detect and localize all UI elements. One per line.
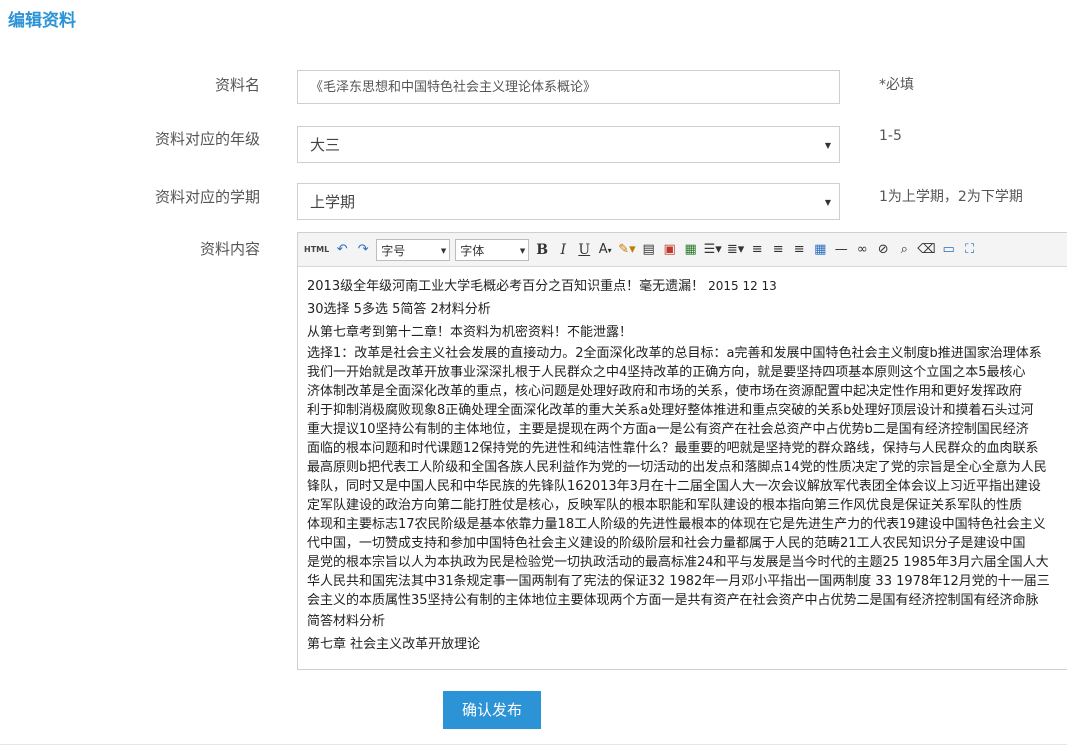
paragraph-line: 定军队建设的政治方向第二能打胜仗是核心，反映军队的根本职能和军队建设的根本指向第… bbox=[307, 498, 1023, 513]
insert-image-icon[interactable]: ▦ bbox=[683, 240, 699, 260]
table-icon[interactable]: ▦ bbox=[812, 240, 828, 260]
name-hint: *必填 bbox=[879, 77, 914, 93]
content-label: 资料内容 bbox=[199, 240, 260, 258]
header-line: 2013级全年级河南工业大学毛概必考百分之百知识重点！毫无遗漏！ 2015 12 … bbox=[307, 275, 1062, 298]
font-size-select-label: 字号 bbox=[381, 243, 406, 258]
term-hint: 1为上学期，2为下学期 bbox=[879, 189, 1023, 205]
italic-button[interactable]: I bbox=[555, 240, 571, 260]
header-line-text: 2013级全年级河南工业大学毛概必考百分之百知识重点！毫无遗漏！ bbox=[307, 279, 705, 294]
font-color-label: A bbox=[598, 241, 608, 257]
paragraph-line: 是党的根本宗旨以人为本执政为民是检验党一切执政活动的最高标准24和平与发展是当今… bbox=[307, 555, 1049, 570]
font-color-icon: ▾ bbox=[607, 245, 612, 255]
paragraph-line: 会主义的本质属性35坚持公有制的主体地位主要体现两个方面一是共有资产在社会资产中… bbox=[307, 593, 1039, 608]
header-line-date: 2015 12 13 bbox=[708, 279, 777, 293]
paragraph-line: 最高原则b把代表工人阶级和全国各族人民利益作为党的一切活动的出发点和落脚点14党… bbox=[307, 460, 1047, 475]
rich-text-editor[interactable]: HTML ↶ ↷ 字号 ▼ 字体 ▼ B I U A▾ ✎▾ ▤ ▣ ▦ ☰▾ … bbox=[297, 232, 1067, 670]
unordered-list-icon[interactable]: ☰▾ bbox=[704, 240, 722, 260]
align-center-icon[interactable]: ≡ bbox=[770, 240, 786, 260]
name-input[interactable]: 《毛泽东思想和中国特色社会主义理论体系概论》 bbox=[297, 70, 840, 104]
content-paragraph: 选择1：改革是社会主义社会发展的直接动力。2全面深化改革的总目标：a完善和发展中… bbox=[307, 344, 1062, 610]
grade-hint: 1-5 bbox=[879, 128, 902, 144]
paragraph-line: 重大提议10坚持公有制的主体地位，主要是提现在两个方面a一是公有资产在社会总资产… bbox=[307, 422, 1029, 437]
undo-icon[interactable]: ↶ bbox=[334, 240, 350, 260]
paragraph-line: 体现和主要标志17农民阶级是基本依靠力量18工人阶级的先进性最根本的体现在它是先… bbox=[307, 517, 1046, 532]
paragraph-line: 选择1：改革是社会主义社会发展的直接动力。2全面深化改革的总目标：a完善和发展中… bbox=[307, 346, 1042, 361]
find-icon[interactable]: ⌕ bbox=[896, 240, 912, 260]
chevron-down-icon: ▼ bbox=[440, 246, 447, 255]
font-family-select[interactable]: 字体 ▼ bbox=[455, 238, 530, 261]
font-size-select[interactable]: 字号 ▼ bbox=[376, 238, 451, 261]
line-2: 30选择 5多选 5简答 2材料分析 bbox=[307, 302, 491, 317]
fullscreen-icon[interactable]: ⛶ bbox=[962, 240, 978, 260]
underline-button[interactable]: U bbox=[576, 240, 592, 260]
font-color-button[interactable]: A▾ bbox=[597, 240, 613, 260]
paragraph-line: 锋队，同时又是中国人民和中华民族的先锋队162013年3月在十二届全国人大一次会… bbox=[307, 479, 1041, 494]
template-icon[interactable]: ▭ bbox=[941, 240, 957, 260]
grade-select[interactable]: 大三 ▼ bbox=[297, 126, 840, 163]
highlight-icon[interactable]: ✎▾ bbox=[618, 240, 635, 260]
line-after: 简答材料分析 bbox=[307, 614, 386, 629]
term-select-value: 上学期 bbox=[310, 193, 356, 211]
name-label: 资料名 bbox=[214, 76, 260, 94]
eraser-icon[interactable]: ⌫ bbox=[917, 240, 935, 260]
image-icon[interactable]: ▣ bbox=[662, 240, 678, 260]
paragraph-line: 我们一开始就是改革开放事业深深扎根于人民群众之中4坚持改革的正确方向，就是要坚持… bbox=[307, 365, 1026, 380]
link-icon[interactable]: ∞ bbox=[854, 240, 870, 260]
paragraph-line: 济体制改革是全面深化改革的重点，核心问题是处理好政府和市场的关系，使市场在资源配… bbox=[307, 384, 1023, 399]
chevron-down-icon: ▼ bbox=[519, 246, 526, 255]
term-label: 资料对应的学期 bbox=[154, 188, 260, 206]
chevron-down-icon: ▼ bbox=[824, 198, 831, 207]
paragraph-line: 利于抑制消极腐败现象8正确处理全面深化改革的重大关系a处理好整体推进和重点突破的… bbox=[307, 403, 1034, 418]
paragraph-line: 面临的根本问题和时代课题12保持党的先进性和纯洁性靠什么？最重要的吧就是坚持党的… bbox=[307, 441, 1039, 456]
page-title: 编辑资料 bbox=[8, 11, 76, 31]
chevron-down-icon: ▼ bbox=[824, 141, 831, 150]
chapter-line: 第七章 社会主义改革开放理论 bbox=[307, 637, 481, 652]
unlink-icon[interactable]: ⊘ bbox=[875, 240, 891, 260]
term-select[interactable]: 上学期 ▼ bbox=[297, 183, 840, 220]
redo-icon[interactable]: ↷ bbox=[355, 240, 371, 260]
font-family-select-label: 字体 bbox=[460, 243, 485, 258]
editor-content[interactable]: 2013级全年级河南工业大学毛概必考百分之百知识重点！毫无遗漏！ 2015 12 … bbox=[298, 267, 1067, 669]
confirm-publish-button[interactable]: 确认发布 bbox=[443, 691, 541, 729]
ordered-list-icon[interactable]: ≣▾ bbox=[727, 240, 744, 260]
paragraph-line: 华人民共和国宪法其中31条规定事一国两制有了宪法的保证32 1982年一月邓小平… bbox=[307, 574, 1050, 589]
format-brush-icon[interactable]: ▤ bbox=[641, 240, 657, 260]
align-left-icon[interactable]: ≡ bbox=[749, 240, 765, 260]
grade-select-value: 大三 bbox=[310, 136, 341, 154]
divider bbox=[0, 744, 1067, 745]
grade-label: 资料对应的年级 bbox=[154, 130, 260, 148]
horizontal-rule-icon[interactable]: — bbox=[833, 240, 849, 260]
line-3: 从第七章考到第十二章！本资料为机密资料！不能泄露！ bbox=[307, 325, 633, 340]
paragraph-line: 代中国，一切赞成支持和参加中国特色社会主义建设的阶级阶层和社会力量都属于人民的范… bbox=[307, 536, 1026, 551]
bold-button[interactable]: B bbox=[534, 240, 550, 260]
html-source-icon[interactable]: HTML bbox=[304, 240, 329, 260]
editor-toolbar: HTML ↶ ↷ 字号 ▼ 字体 ▼ B I U A▾ ✎▾ ▤ ▣ ▦ ☰▾ … bbox=[298, 233, 1067, 267]
align-justify-icon[interactable]: ≡ bbox=[791, 240, 807, 260]
